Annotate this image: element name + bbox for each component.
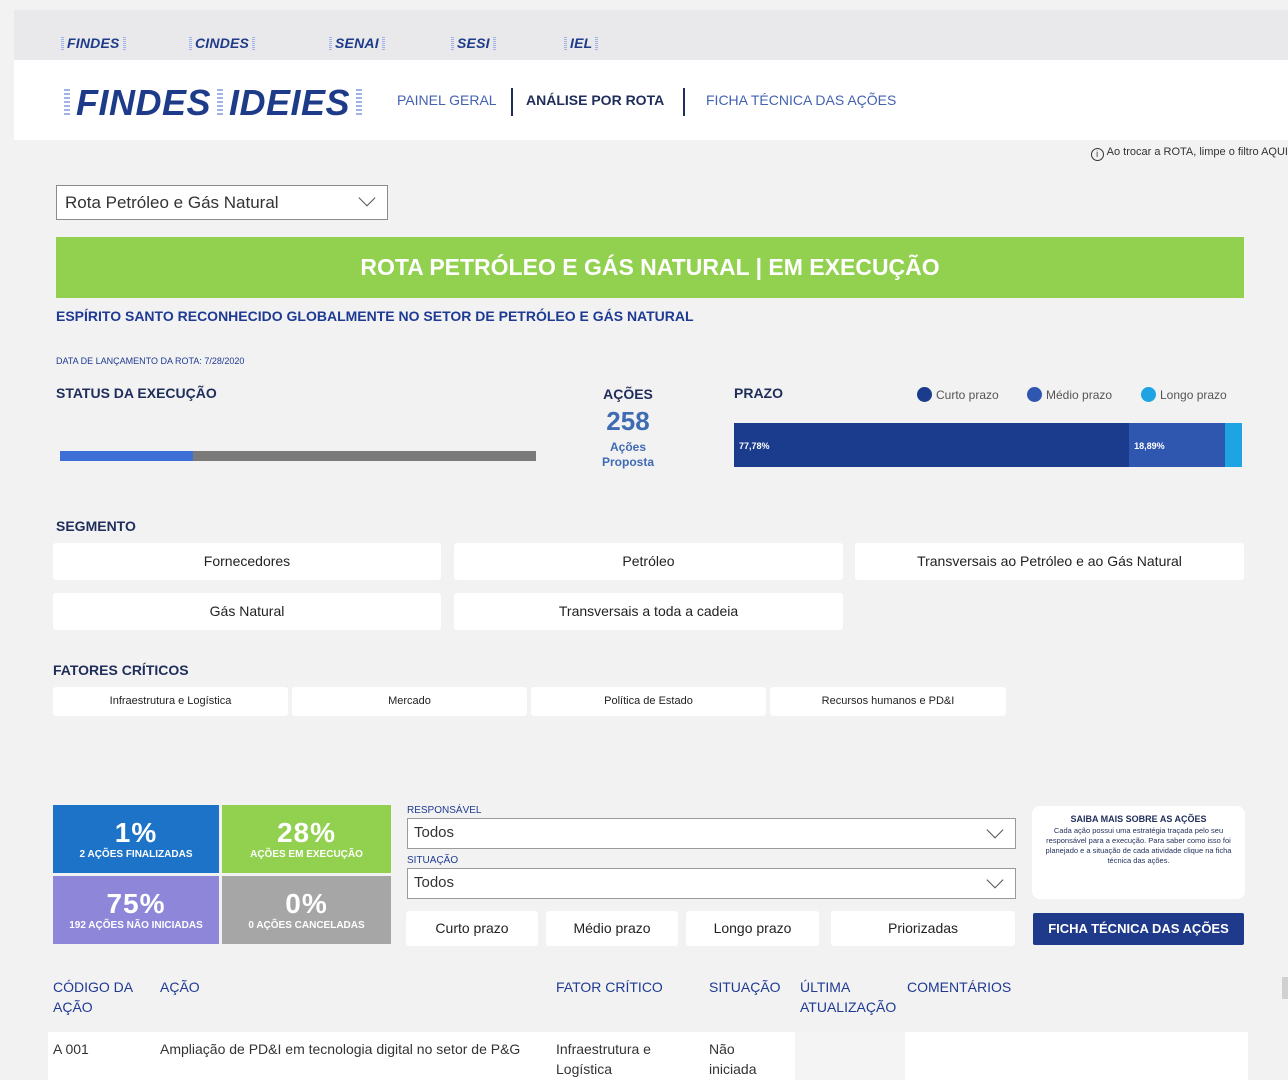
column-header-fator[interactable]: FATOR CRÍTICO (556, 977, 663, 997)
legend-longo-prazo[interactable]: Longo prazo (1141, 387, 1227, 402)
fator-chip-politica-estado[interactable]: Política de Estado (531, 687, 766, 716)
segmento-title: SEGMENTO (56, 518, 136, 534)
acoes-label-line1: Ações (609, 440, 647, 454)
segment-chip-transversais-petroleo-gas[interactable]: Transversais ao Petróleo e ao Gás Natura… (855, 543, 1244, 580)
saiba-mais-box: SAIBA MAIS SOBRE AS AÇÕES Cada ação poss… (1032, 806, 1245, 899)
legend-medio-prazo[interactable]: Médio prazo (1027, 387, 1112, 402)
chevron-down-icon (358, 189, 376, 207)
launch-date: DATA DE LANÇAMENTO DA ROTA: 7/28/2020 (56, 356, 245, 366)
brand-link-iel[interactable]: IEL (561, 35, 601, 51)
prazo-bar-segment[interactable]: 18,89% (1129, 423, 1226, 467)
legend-dot-icon (1141, 387, 1156, 402)
nav-separator (683, 88, 685, 116)
column-header-codigo[interactable]: CÓDIGO DA AÇÃO (53, 977, 148, 1017)
nav-analise-por-rota[interactable]: ANÁLISE POR ROTA (526, 92, 664, 108)
info-icon: i (1090, 148, 1104, 161)
kpi-value: 0% (285, 888, 328, 919)
acoes-label: Ações Proposta (590, 440, 666, 470)
responsavel-value: Todos (414, 824, 455, 841)
kpi-nao-iniciadas[interactable]: 75% 192 AÇÕES NÃO INICIADAS (53, 876, 219, 944)
column-header-comentarios[interactable]: COMENTÁRIOS (907, 977, 1011, 997)
segment-chip-transversais-cadeia[interactable]: Transversais a toda a cadeia (454, 593, 843, 630)
clear-filter-note[interactable]: i Ao trocar a ROTA, limpe o filtro AQUI (1090, 146, 1288, 161)
brand-link-cindes[interactable]: CINDES (186, 35, 258, 51)
situacao-label: SITUAÇÃO (407, 855, 459, 866)
acoes-label-line2: Proposta (601, 455, 654, 469)
responsavel-label: RESPONSÁVEL (407, 805, 482, 816)
nav-separator (511, 88, 513, 116)
segment-chip-fornecedores[interactable]: Fornecedores (53, 543, 441, 580)
kpi-em-execucao[interactable]: 28% AÇÕES EM EXECUÇÃO (222, 805, 391, 873)
ficha-tecnica-button[interactable]: FICHA TÉCNICA DAS AÇÕES (1033, 913, 1244, 945)
acoes-count: 258 (606, 406, 650, 436)
prazo-stacked-bar: 77,78% 18,89% (734, 423, 1242, 467)
cell-fator: Infraestrutura e Logística (556, 1041, 651, 1077)
fator-chip-infraestrutura[interactable]: Infraestrutura e Logística (53, 687, 288, 716)
brand-link-sesi[interactable]: SESI (448, 35, 499, 51)
legend-curto-prazo[interactable]: Curto prazo (917, 387, 999, 402)
situacao-select[interactable]: Todos (407, 868, 1016, 899)
scrollbar-handle[interactable] (1282, 977, 1288, 999)
responsavel-select[interactable]: Todos (407, 818, 1016, 849)
kpi-label: 2 AÇÕES FINALIZADAS (79, 849, 193, 860)
nav-ficha-tecnica[interactable]: FICHA TÉCNICA DAS AÇÕES (706, 92, 896, 108)
route-select-value: Rota Petróleo e Gás Natural (65, 193, 279, 212)
kpi-value: 1% (114, 817, 158, 848)
legend-dot-icon (917, 387, 932, 402)
route-select[interactable]: Rota Petróleo e Gás Natural (56, 185, 388, 220)
acoes-title: AÇÕES (603, 386, 653, 402)
fator-chip-recursos-humanos[interactable]: Recursos humanos e PD&I (770, 687, 1006, 716)
fator-chip-mercado[interactable]: Mercado (292, 687, 527, 716)
status-progress-fill (60, 451, 194, 461)
chevron-down-icon (986, 871, 1004, 889)
legend-dot-icon (1027, 387, 1042, 402)
fatores-title: FATORES CRÍTICOS (53, 662, 189, 678)
status-title: STATUS DA EXECUÇÃO (56, 385, 217, 401)
filter-longo-prazo-button[interactable]: Longo prazo (686, 911, 819, 946)
kpi-finalizadas[interactable]: 1% 2 AÇÕES FINALIZADAS (53, 805, 219, 873)
kpi-canceladas[interactable]: 0% 0 AÇÕES CANCELADAS (222, 876, 391, 944)
saiba-mais-title: SAIBA MAIS SOBRE AS AÇÕES (1070, 814, 1207, 824)
filter-priorizadas-button[interactable]: Priorizadas (831, 911, 1015, 946)
segment-chip-gas-natural[interactable]: Gás Natural (53, 593, 441, 630)
findes-ideies-logo: FINDES IDEIES (58, 82, 368, 124)
nav-painel-geral[interactable]: PAINEL GERAL (397, 92, 497, 108)
prazo-title: PRAZO (734, 385, 783, 401)
segment-chip-petroleo[interactable]: Petróleo (454, 543, 843, 580)
cell-situacao: Não iniciada (709, 1041, 757, 1077)
kpi-label: AÇÕES EM EXECUÇÃO (250, 849, 363, 860)
column-header-ultima-atualizacao[interactable]: ÚLTIMA ATUALIZAÇÃO (800, 977, 900, 1017)
prazo-bar-label: 77,78% (739, 441, 770, 451)
kpi-value: 28% (276, 817, 337, 848)
cell-codigo: A 001 (53, 1041, 89, 1057)
filter-medio-prazo-button[interactable]: Médio prazo (546, 911, 678, 946)
route-subtitle: ESPÍRITO SANTO RECONHECIDO GLOBALMENTE N… (56, 308, 694, 324)
situacao-value: Todos (414, 874, 455, 891)
prazo-bar-label: 18,89% (1134, 441, 1165, 451)
saiba-mais-text: Cada ação possui uma estratégia traçada … (1045, 826, 1232, 865)
kpi-label: 0 AÇÕES CANCELADAS (248, 920, 365, 931)
column-header-situacao[interactable]: SITUAÇÃO (709, 977, 781, 997)
column-header-acao[interactable]: AÇÃO (160, 977, 200, 997)
kpi-value: 75% (106, 888, 166, 919)
route-banner: ROTA PETRÓLEO E GÁS NATURAL | EM EXECUÇÃ… (56, 237, 1244, 298)
filter-curto-prazo-button[interactable]: Curto prazo (406, 911, 538, 946)
brand-link-senai[interactable]: SENAI (326, 35, 388, 51)
kpi-label: 192 AÇÕES NÃO INICIADAS (69, 920, 203, 931)
prazo-bar-segment[interactable] (1225, 423, 1242, 467)
brand-link-findes[interactable]: FINDES (58, 35, 129, 51)
table-cell-ultima-atualizacao (795, 1032, 905, 1080)
cell-acao: Ampliação de PD&I em tecnologia digital … (160, 1041, 521, 1057)
chevron-down-icon (986, 821, 1004, 839)
prazo-bar-segment[interactable]: 77,78% (734, 423, 1130, 467)
